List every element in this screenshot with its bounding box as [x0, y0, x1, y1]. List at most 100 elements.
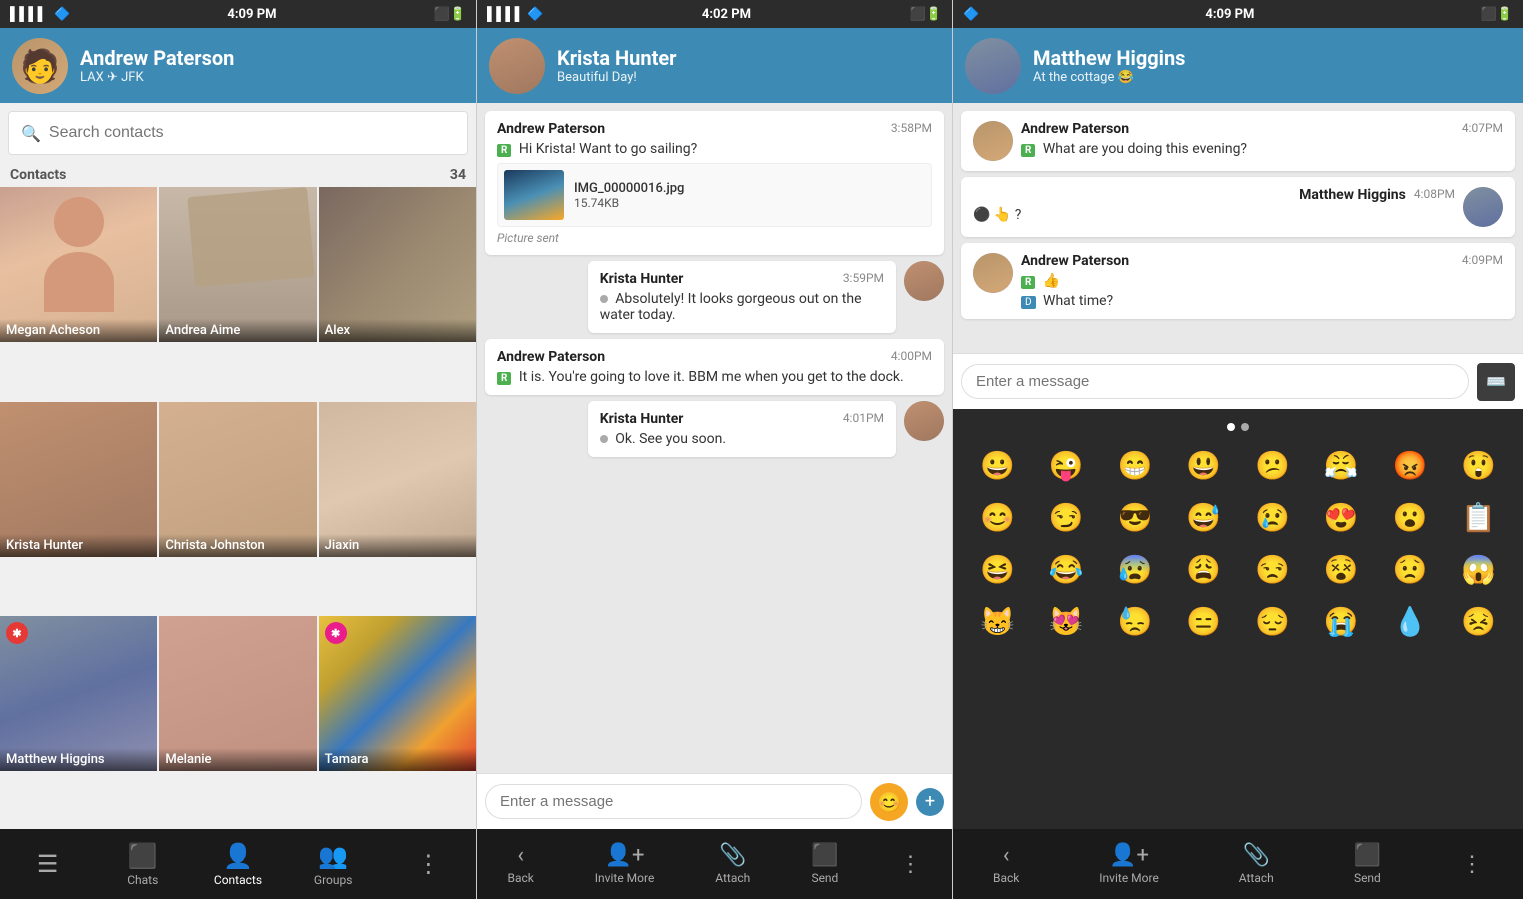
emoji-key[interactable]: 😎 — [1103, 493, 1168, 541]
emoji-key[interactable]: 😁 — [1103, 441, 1168, 489]
nav-invite-2[interactable]: 👤+ Invite More — [595, 843, 655, 885]
nav-contacts[interactable]: 👤 Contacts — [208, 842, 268, 887]
nav-send-2[interactable]: ⬛ Send — [811, 843, 838, 885]
emoji-key[interactable]: 😍 — [1309, 493, 1374, 541]
msg-sender: Krista Hunter — [600, 271, 684, 287]
emoji-key[interactable]: 😤 — [1309, 441, 1374, 489]
msg-time: 4:08PM — [1414, 187, 1455, 201]
emoji-key[interactable]: 😔 — [1240, 597, 1305, 645]
nav-attach-3[interactable]: 📎 Attach — [1239, 843, 1274, 885]
attach-icon-2: 📎 — [719, 843, 746, 868]
list-item[interactable]: Krista Hunter — [0, 402, 157, 557]
msg-text: Ok. See you soon. — [600, 431, 884, 447]
attachment-filename: IMG_00000016.jpg — [574, 181, 684, 196]
emoji-key[interactable]: 💧 — [1378, 597, 1443, 645]
nav-send-3[interactable]: ⬛ Send — [1354, 843, 1381, 885]
emoji-button-2[interactable]: 😊 — [870, 783, 908, 821]
emoji-key[interactable]: 😰 — [1103, 545, 1168, 593]
emoji-key[interactable]: 😵 — [1309, 545, 1374, 593]
battery-2: ⬛🔋 — [910, 7, 942, 22]
status-signal-2: ▌▌▌▌ 🔷 — [487, 6, 543, 22]
list-item[interactable]: Andrea Aime — [159, 187, 316, 342]
msg-sender: Andrew Paterson — [497, 121, 605, 137]
emoji-key[interactable]: 😣 — [1446, 597, 1511, 645]
profile-info-1: Andrew Paterson LAX ✈ JFK — [80, 46, 234, 85]
emoji-key[interactable]: 😜 — [1034, 441, 1099, 489]
send-label-3: Send — [1354, 871, 1381, 885]
contact-name: Megan Acheson — [0, 319, 157, 342]
bbm-icon: ⬛ — [128, 842, 158, 870]
list-item[interactable]: Megan Acheson — [0, 187, 157, 342]
emoji-key[interactable]: 😲 — [1446, 441, 1511, 489]
contacts-icon: 👤 — [223, 842, 253, 870]
message-input-3[interactable] — [961, 364, 1469, 399]
nav-more-2[interactable]: ⋮ — [900, 852, 922, 877]
message-input-2[interactable] — [485, 784, 862, 819]
emoji-key[interactable]: 😡 — [1378, 441, 1443, 489]
emoji-key[interactable]: 😏 — [1034, 493, 1099, 541]
list-item[interactable]: Christa Johnston — [159, 402, 316, 557]
bbm-r-badge: R — [1021, 276, 1035, 289]
list-item[interactable]: ✱ Matthew Higgins — [0, 616, 157, 771]
nav-back-2[interactable]: ‹ Back — [507, 843, 533, 885]
emoji-key[interactable]: 😊 — [965, 493, 1030, 541]
krista-status: Beautiful Day! — [557, 70, 676, 85]
bbm-d-badge: D — [1021, 296, 1036, 309]
emoji-key[interactable]: 😆 — [965, 545, 1030, 593]
nav-groups[interactable]: 👥 Groups — [303, 842, 363, 887]
bottom-nav-1: ☰ ⬛ Chats 👤 Contacts 👥 Groups ⋮ — [0, 829, 476, 899]
nav-chats-label: Chats — [127, 873, 158, 887]
emoji-key[interactable]: 😸 — [965, 597, 1030, 645]
list-item[interactable]: ✱ Tamara — [319, 616, 476, 771]
msg-text: R 👍 — [1021, 273, 1503, 289]
emoji-key[interactable]: 😃 — [1171, 441, 1236, 489]
emoji-key[interactable]: 😕 — [1240, 441, 1305, 489]
emoji-key[interactable]: 😂 — [1034, 545, 1099, 593]
plus-button-2[interactable]: + — [916, 788, 944, 816]
emoji-key[interactable]: 😮 — [1378, 493, 1443, 541]
msg-indicator — [600, 435, 608, 443]
list-item[interactable]: Alex — [319, 187, 476, 342]
more-icon-2: ⋮ — [900, 852, 922, 877]
emoji-key[interactable]: 😭 — [1309, 597, 1374, 645]
msg-text: R Hi Krista! Want to go sailing? — [497, 141, 932, 157]
msg-text: Absolutely! It looks gorgeous out on the… — [600, 291, 884, 323]
nav-menu[interactable]: ☰ — [18, 850, 78, 878]
msg-sender: Andrew Paterson — [1021, 121, 1129, 137]
keyboard-toggle-button[interactable]: ⌨️ — [1477, 363, 1515, 401]
status-signal: ▌▌▌▌ 🔷 — [10, 6, 70, 22]
nav-chats[interactable]: ⬛ Chats — [113, 842, 173, 887]
nav-attach-2[interactable]: 📎 Attach — [715, 843, 750, 885]
emoji-key[interactable]: 😓 — [1103, 597, 1168, 645]
nav-more[interactable]: ⋮ — [398, 850, 458, 878]
chat-messages-matthew: Andrew Paterson 4:07PM R What are you do… — [953, 103, 1523, 353]
emoji-key[interactable]: 😟 — [1378, 545, 1443, 593]
bbm-r-badge: R — [497, 144, 511, 157]
list-item[interactable]: Melanie — [159, 616, 316, 771]
attachment-info: IMG_00000016.jpg 15.74KB — [574, 181, 684, 210]
emoji-key[interactable]: 😻 — [1034, 597, 1099, 645]
search-input[interactable] — [49, 124, 455, 142]
nav-more-3[interactable]: ⋮ — [1461, 852, 1483, 877]
emoji-key[interactable]: 😩 — [1171, 545, 1236, 593]
krista-name: Krista Hunter — [557, 46, 676, 70]
emoji-key[interactable]: 😀 — [965, 441, 1030, 489]
keyboard-icon: ⌨️ — [1486, 372, 1506, 391]
attach-label-3: Attach — [1239, 871, 1274, 885]
table-row: Andrew Paterson 3:58PM R Hi Krista! Want… — [485, 111, 944, 255]
emoji-key[interactable]: 😑 — [1171, 597, 1236, 645]
emoji-key[interactable]: 📋 — [1446, 493, 1511, 541]
emoji-key[interactable]: 😱 — [1446, 545, 1511, 593]
emoji-key[interactable]: 😅 — [1171, 493, 1236, 541]
nav-back-3[interactable]: ‹ Back — [993, 843, 1019, 885]
emoji-key[interactable]: 😒 — [1240, 545, 1305, 593]
msg-time: 4:07PM — [1462, 121, 1503, 135]
emoji-key[interactable]: 😢 — [1240, 493, 1305, 541]
contact-name: Alex — [319, 319, 476, 342]
search-bar[interactable]: 🔍 — [8, 111, 468, 155]
chat-input-area-2: 😊 + — [477, 773, 952, 829]
nav-invite-3[interactable]: 👤+ Invite More — [1099, 843, 1159, 885]
list-item[interactable]: Jiaxin — [319, 402, 476, 557]
emoji-grid: 😀 😜 😁 😃 😕 😤 😡 😲 😊 😏 😎 😅 😢 😍 😮 📋 😆 😂 😰 😩 … — [961, 437, 1515, 649]
profile-header-3: Matthew Higgins At the cottage 😂 — [953, 28, 1523, 103]
